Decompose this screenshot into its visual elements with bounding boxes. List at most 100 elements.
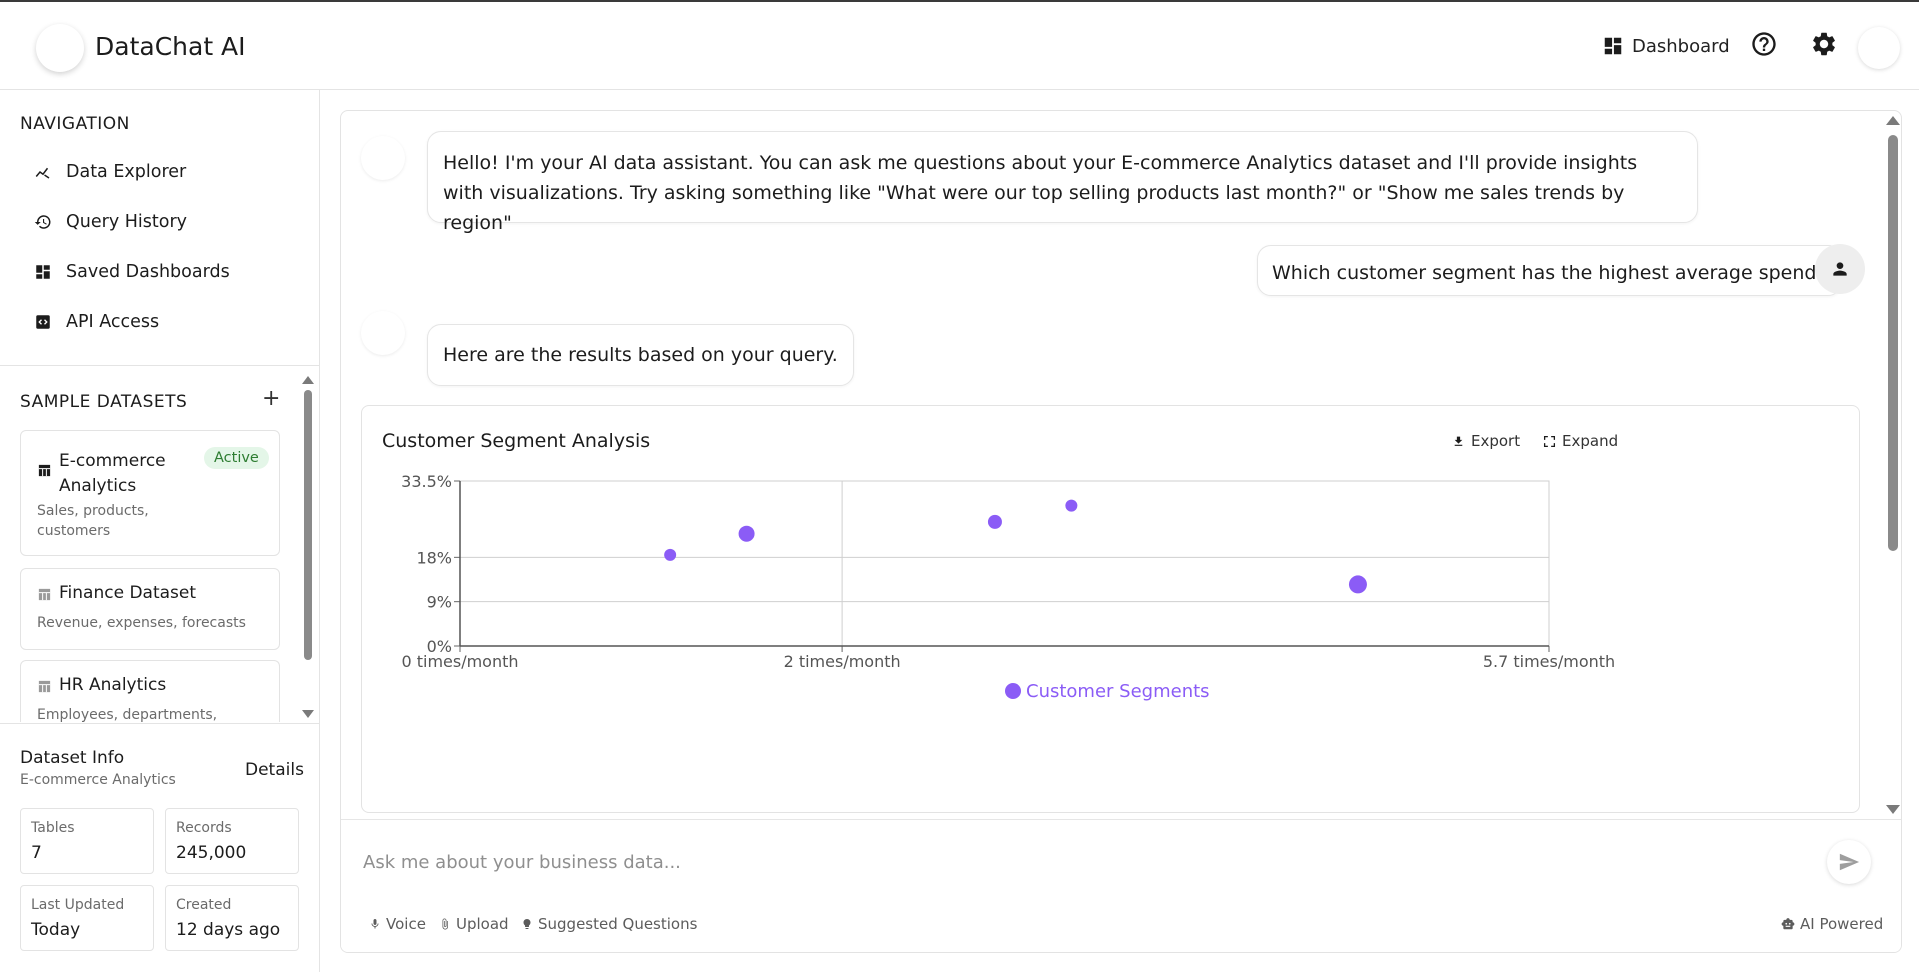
dataset-card-ecommerce[interactable]: E-commerce Analytics Active Sales, produ… [20, 430, 280, 556]
sidebar-item-data-explorer[interactable]: Data Explorer [34, 162, 186, 182]
dataset-name: Finance Dataset [59, 583, 197, 603]
user-avatar [1815, 244, 1865, 294]
gear-icon [1813, 32, 1835, 56]
y-tick-label: 18% [416, 548, 452, 567]
scroll-thumb[interactable] [1888, 135, 1898, 551]
microphone-icon [371, 919, 379, 929]
sidebar-item-saved-dashboards[interactable]: Saved Dashboards [34, 262, 230, 282]
stat-created: Created 12 days ago [165, 885, 299, 951]
scroll-down-arrow[interactable] [1886, 805, 1900, 814]
dataset-info-title: Dataset Info [20, 748, 125, 768]
sample-datasets-title: SAMPLE DATASETS [20, 392, 188, 412]
help-button[interactable] [1750, 30, 1778, 58]
table-icon [38, 464, 51, 477]
datasets-scrollbar[interactable] [302, 376, 314, 718]
dashboard-button[interactable]: Dashboard [1602, 35, 1730, 57]
dataset-description: Employees, departments, [37, 707, 218, 723]
plot-frame [459, 480, 1550, 647]
dataset-description: Sales, products, customers [37, 503, 149, 539]
data-point [987, 514, 1002, 529]
scroll-up-arrow[interactable] [1886, 116, 1900, 125]
scroll-thumb[interactable] [304, 390, 312, 660]
legend-label: Customer Segments [1026, 681, 1210, 702]
dataset-card-hr[interactable]: HR Analytics Employees, departments, [20, 660, 280, 723]
voice-label: Voice [386, 915, 426, 933]
settings-button[interactable] [1810, 30, 1838, 58]
sidebar-item-api-access[interactable]: API Access [34, 312, 159, 332]
assistant-avatar [361, 136, 405, 180]
sidebar-item-label: Data Explorer [66, 162, 187, 182]
stat-label: Last Updated [31, 897, 125, 913]
upload-label: Upload [456, 915, 509, 933]
stat-value: 7 [31, 843, 42, 863]
sidebar: NAVIGATION Data Explorer Query History S… [0, 90, 320, 972]
stat-value: Today [31, 920, 81, 940]
dashboard-icon [36, 265, 50, 279]
details-button[interactable]: Details [245, 760, 304, 780]
status-badge: Active [204, 447, 269, 469]
sidebar-item-label: Query History [66, 212, 188, 232]
data-point [1348, 575, 1367, 594]
send-button[interactable] [1827, 840, 1871, 884]
robot-icon [1781, 918, 1795, 930]
composer: Voice Upload Suggested Questions AI Powe… [341, 819, 1901, 952]
legend-marker [1005, 683, 1021, 699]
sidebar-divider [0, 365, 320, 366]
chart-card: Customer Segment Analysis Export Expand … [361, 405, 1860, 813]
app-title: DataChat AI [95, 32, 246, 61]
history-icon [34, 215, 51, 229]
dashboard-icon [1604, 37, 1622, 55]
profile-avatar[interactable] [1858, 27, 1900, 69]
data-point [664, 548, 677, 561]
assistant-avatar [361, 311, 405, 355]
dashboard-label: Dashboard [1632, 35, 1730, 57]
user-message: Which customer segment has the highest a… [1257, 245, 1842, 296]
person-icon [1833, 262, 1847, 276]
table-icon [38, 680, 51, 693]
chat-input[interactable] [361, 834, 1861, 890]
scroll-down-arrow[interactable] [302, 710, 314, 718]
y-tick-label: 9% [427, 593, 452, 612]
dataset-card-finance[interactable]: Finance Dataset Revenue, expenses, forec… [20, 568, 280, 650]
lightbulb-icon [523, 919, 531, 929]
dataset-name: HR Analytics [59, 675, 167, 695]
scatter-chart: 0%9%18%33.5%0 times/month 2 times/month 5.… [401, 472, 1615, 702]
stat-records: Records 245,000 [165, 808, 299, 874]
app-header: DataChat AI Dashboard [0, 0, 1919, 90]
send-icon [1839, 853, 1860, 871]
chat-panel: Hello! I'm your AI data assistant. You c… [340, 110, 1902, 953]
assistant-message: Hello! I'm your AI data assistant. You c… [427, 131, 1698, 234]
voice-button[interactable]: Voice [369, 915, 426, 933]
stat-label: Created [176, 897, 232, 913]
app-logo [36, 24, 84, 72]
dataset-description: Revenue, expenses, forecasts [37, 615, 246, 631]
navigation-title: NAVIGATION [20, 114, 130, 134]
stat-last-updated: Last Updated Today [20, 885, 154, 951]
scroll-up-arrow[interactable] [302, 376, 314, 384]
api-icon [36, 315, 50, 329]
assistant-message: Here are the results based on your query… [427, 324, 854, 386]
stat-label: Tables [31, 820, 75, 836]
data-point [1065, 499, 1078, 512]
stat-value: 245,000 [176, 843, 247, 863]
stat-label: Records [176, 820, 232, 836]
sidebar-item-query-history[interactable]: Query History [34, 212, 187, 232]
add-dataset-button[interactable]: + [262, 386, 280, 411]
ai-powered-label: AI Powered [1800, 915, 1884, 933]
suggested-questions-label: Suggested Questions [538, 915, 698, 933]
x-tick-label: 5.7 times/month [1483, 652, 1615, 671]
sidebar-item-label: API Access [66, 312, 160, 332]
help-icon [1752, 32, 1776, 56]
sidebar-item-label: Saved Dashboards [66, 262, 230, 282]
table-icon [38, 588, 51, 601]
dataset-name: E-commerce Analytics [59, 451, 166, 496]
y-tick-label: 33.5% [401, 472, 452, 491]
upload-button[interactable]: Upload [439, 915, 509, 933]
ai-powered-indicator: AI Powered [1781, 915, 1883, 933]
stat-value: 12 days ago [176, 920, 281, 940]
suggested-questions-button[interactable]: Suggested Questions [521, 915, 697, 933]
paperclip-icon [442, 918, 448, 930]
x-tick-label: 0 times/month [401, 652, 518, 671]
sidebar-divider [0, 723, 320, 724]
data-point [738, 525, 755, 542]
